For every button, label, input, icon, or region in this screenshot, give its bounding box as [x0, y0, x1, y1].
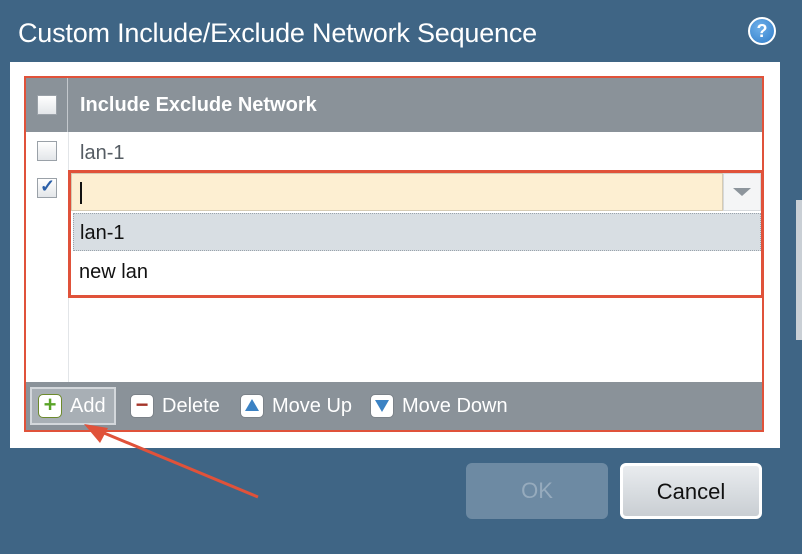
move-up-button-label: Move Up	[272, 395, 353, 417]
table-row[interactable]: lan-1	[80, 142, 124, 165]
select-all-checkbox[interactable]	[37, 95, 57, 115]
help-icon[interactable]: ?	[748, 17, 776, 45]
select-all-cell	[26, 78, 68, 132]
row-checkbox-checked[interactable]	[37, 176, 57, 198]
move-up-button[interactable]: Move Up	[238, 387, 364, 425]
network-grid: Include Exclude Network lan-1 lan-1 new …	[24, 76, 764, 432]
arrow-down-icon	[370, 394, 394, 418]
network-input[interactable]	[71, 173, 723, 211]
dialog: Custom Include/Exclude Network Sequence …	[0, 0, 802, 554]
column-header[interactable]: Include Exclude Network	[80, 78, 317, 132]
arrow-up-icon	[240, 394, 264, 418]
dropdown-option-new-lan[interactable]: new lan	[73, 253, 761, 291]
move-down-button-label: Move Down	[402, 395, 508, 417]
text-caret	[80, 182, 82, 204]
dialog-body: Include Exclude Network lan-1 lan-1 new …	[10, 62, 780, 448]
add-button[interactable]: + Add	[30, 387, 116, 425]
grid-header: Include Exclude Network	[26, 78, 762, 132]
delete-button[interactable]: − Delete	[128, 387, 228, 425]
plus-icon: +	[38, 394, 62, 418]
delete-button-label: Delete	[162, 395, 220, 417]
cancel-button[interactable]: Cancel	[620, 463, 762, 519]
ok-button[interactable]: OK	[466, 463, 608, 519]
background-window-edge	[796, 200, 802, 340]
network-combobox: lan-1 new lan	[68, 170, 764, 298]
chevron-down-icon[interactable]	[723, 173, 761, 211]
grid-toolbar: + Add − Delete Move Up Move Down	[26, 382, 762, 430]
dialog-title: Custom Include/Exclude Network Sequence	[18, 18, 537, 48]
minus-icon: −	[130, 394, 154, 418]
dropdown-option-lan-1[interactable]: lan-1	[73, 213, 761, 251]
row-checkbox[interactable]	[37, 141, 57, 161]
add-button-label: Add	[70, 395, 106, 417]
move-down-button[interactable]: Move Down	[368, 387, 518, 425]
